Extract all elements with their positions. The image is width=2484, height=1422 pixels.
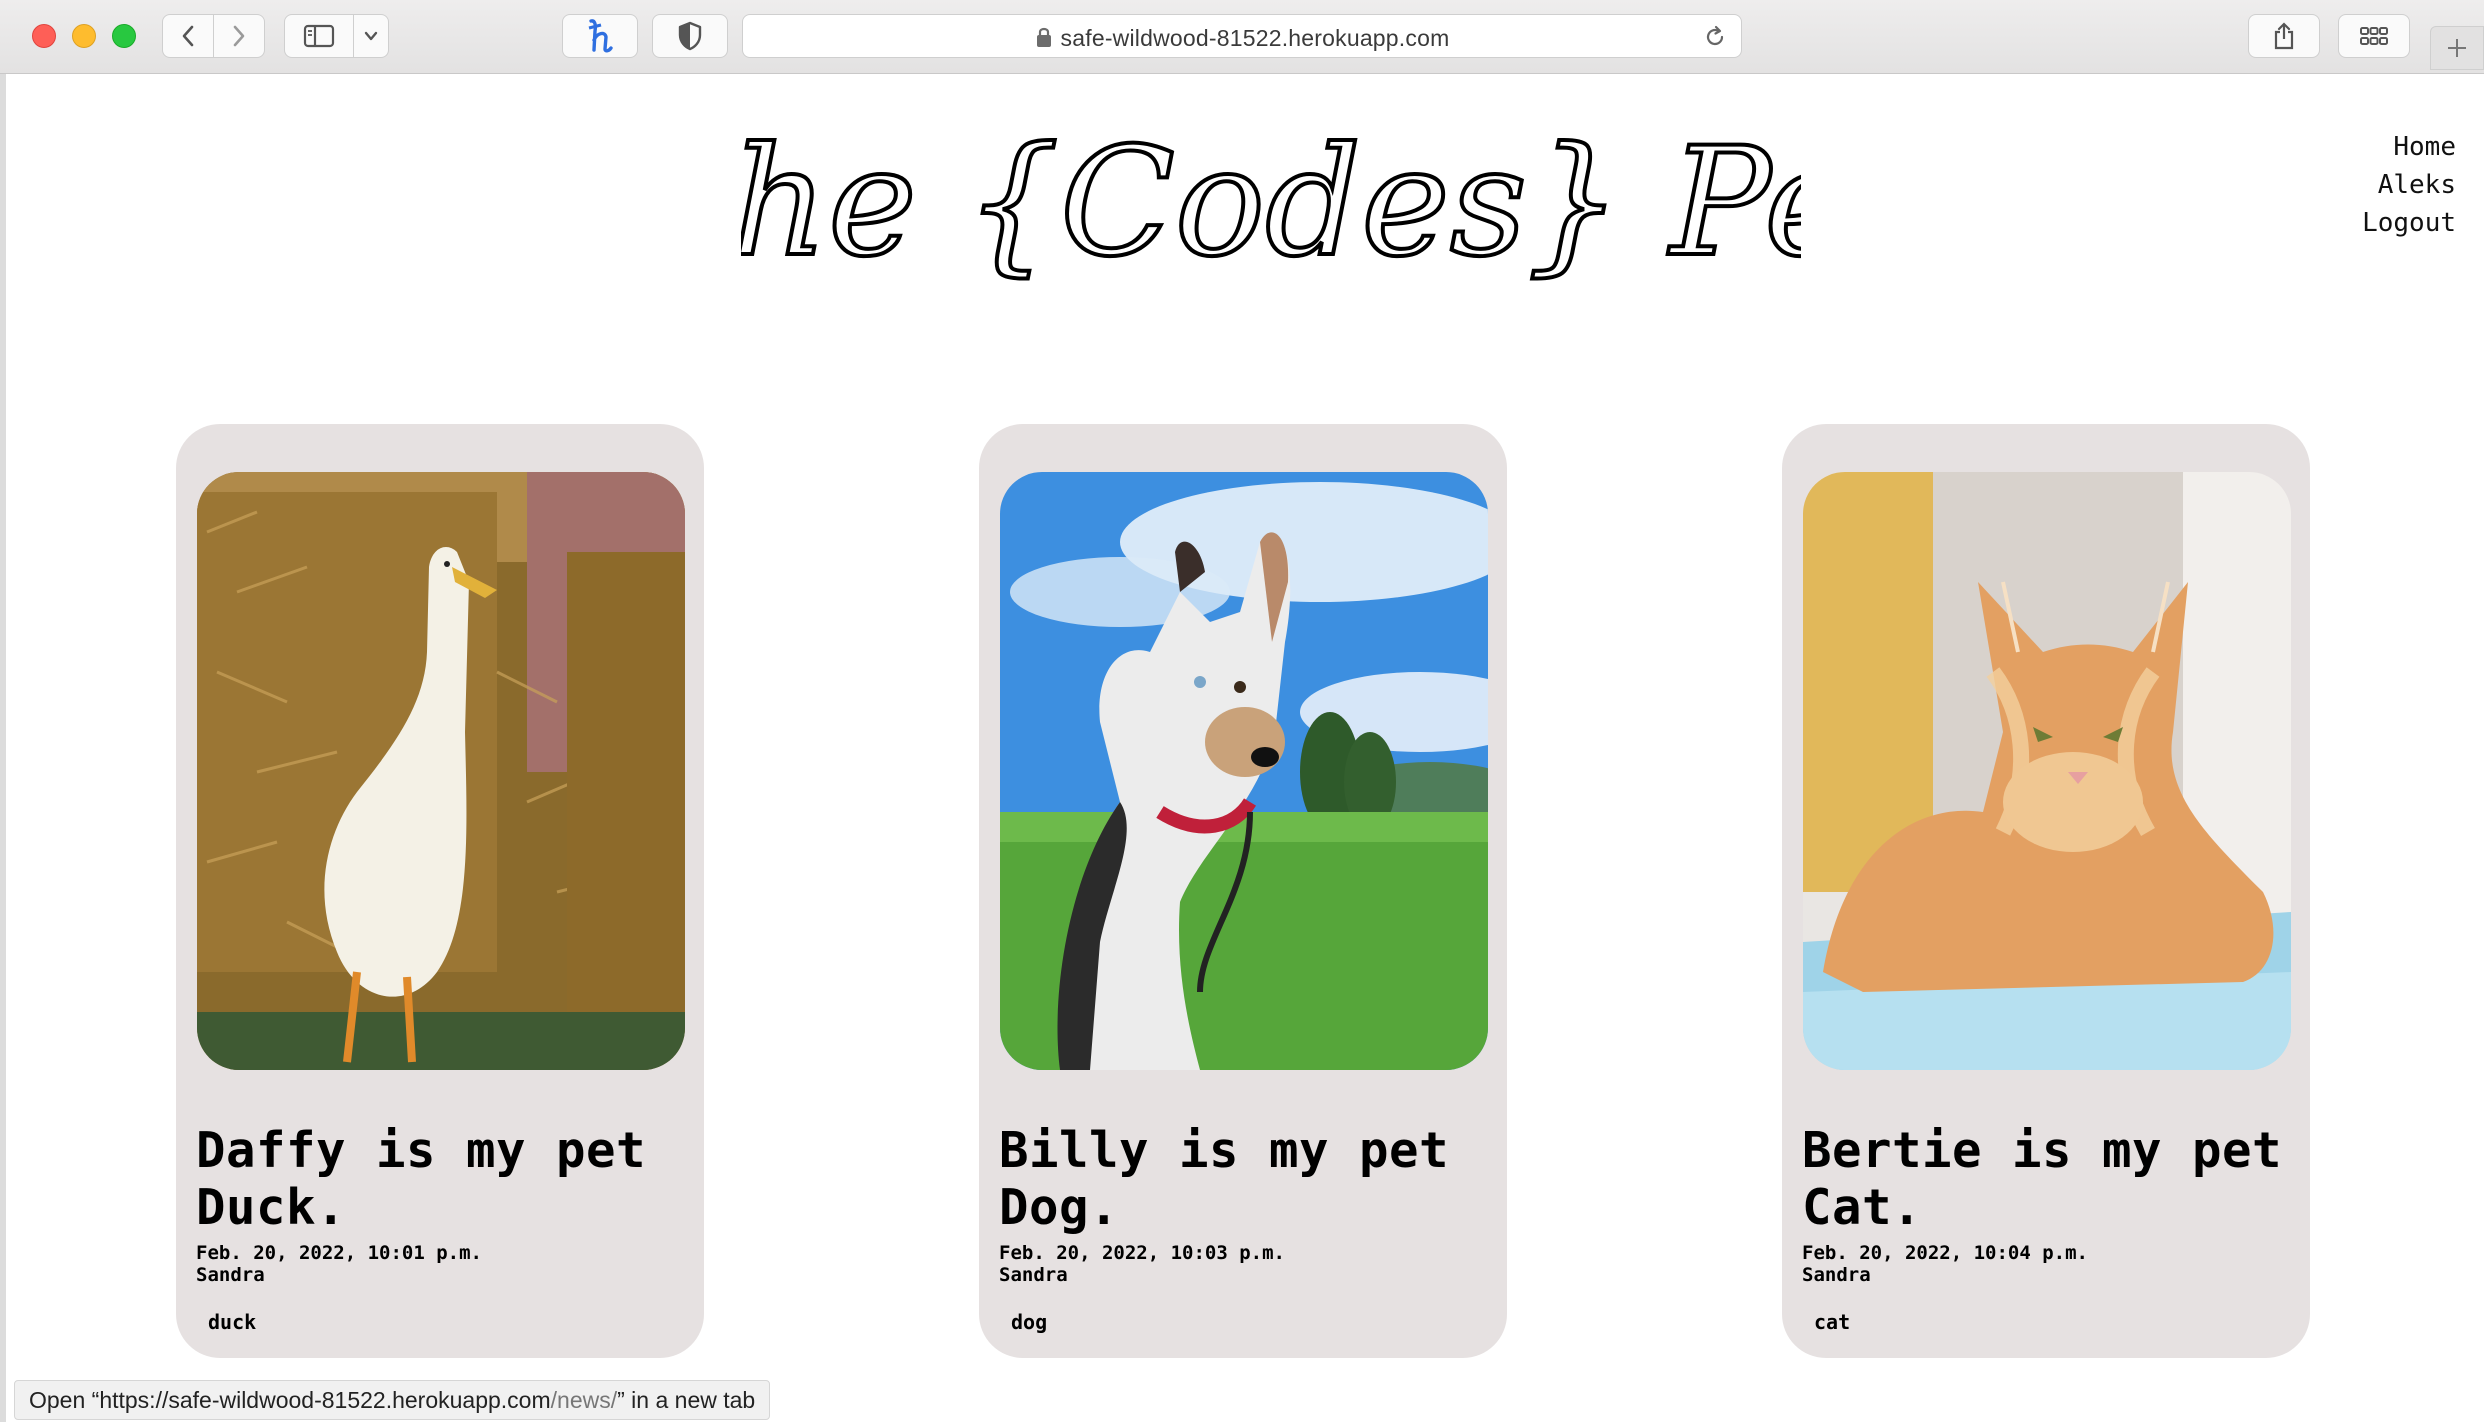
post-meta: Feb. 20, 2022, 10:04 p.m. Sandra (1802, 1242, 2088, 1286)
link-status-bar: Open “https://safe-wildwood-81522.heroku… (14, 1380, 771, 1420)
share-button[interactable] (2248, 14, 2320, 58)
new-tab-button[interactable] (2430, 26, 2484, 70)
plus-icon (2448, 39, 2466, 57)
post-date: Feb. 20, 2022, 10:01 p.m. (196, 1242, 482, 1264)
nav-home-link[interactable]: Home (2362, 128, 2456, 166)
post-tag[interactable]: dog (1011, 1310, 1047, 1334)
status-prefix: Open “https://safe-wildwood-81522.heroku… (29, 1387, 551, 1413)
url-text: safe-wildwood-81522.herokuapp.com (1060, 25, 1450, 51)
tab-overview-icon (2360, 27, 2388, 45)
post-card[interactable]: Daffy is my pet Duck. Feb. 20, 2022, 10:… (176, 424, 704, 1358)
cat-photo[interactable] (1803, 472, 2291, 1070)
reload-icon[interactable] (1703, 25, 1727, 49)
duck-image (197, 472, 685, 1070)
post-date: Feb. 20, 2022, 10:03 p.m. (999, 1242, 1285, 1264)
post-title[interactable]: Daffy is my pet Duck. (196, 1122, 696, 1236)
back-icon (182, 25, 194, 47)
status-suffix: ” in a new tab (617, 1387, 756, 1413)
nav-logout-link[interactable]: Logout (2362, 204, 2456, 242)
privacy-report-button[interactable] (652, 14, 728, 58)
honey-extension-button[interactable] (562, 14, 638, 58)
cat-image (1803, 472, 2291, 1070)
sidebar-icon (303, 24, 335, 48)
post-author: Sandra (196, 1264, 265, 1286)
chevron-down-icon (364, 31, 378, 41)
minimize-window-button[interactable] (72, 24, 96, 48)
site-logo-text: She {Codes} Pet (741, 116, 1801, 290)
browser-toolbar: safe-wildwood-81522.herokuapp.com (0, 0, 2484, 74)
post-date: Feb. 20, 2022, 10:04 p.m. (1802, 1242, 2088, 1264)
dog-image (1000, 472, 1488, 1070)
tab-overview-button[interactable] (2338, 14, 2410, 58)
lock-icon (1036, 27, 1051, 47)
post-tag[interactable]: duck (208, 1310, 256, 1334)
post-card[interactable]: Bertie is my pet Cat. Feb. 20, 2022, 10:… (1782, 424, 2310, 1358)
share-icon (2274, 22, 2294, 50)
post-meta: Feb. 20, 2022, 10:03 p.m. Sandra (999, 1242, 1285, 1286)
forward-icon (233, 25, 245, 47)
nav-user-link[interactable]: Aleks (2362, 166, 2456, 204)
web-page: She {Codes} Pet Home Aleks Logout (6, 74, 2484, 1422)
duck-photo[interactable] (197, 472, 685, 1070)
post-meta: Feb. 20, 2022, 10:01 p.m. Sandra (196, 1242, 482, 1286)
main-nav: Home Aleks Logout (2362, 128, 2456, 242)
post-card[interactable]: Billy is my pet Dog. Feb. 20, 2022, 10:0… (979, 424, 1507, 1358)
post-title[interactable]: Bertie is my pet Cat. (1802, 1122, 2302, 1236)
site-logo[interactable]: She {Codes} Pet (741, 94, 1801, 324)
post-title[interactable]: Billy is my pet Dog. (999, 1122, 1499, 1236)
honey-extension-icon (588, 19, 613, 53)
close-window-button[interactable] (32, 24, 56, 48)
post-tag[interactable]: cat (1814, 1310, 1850, 1334)
sidebar-toggle-button[interactable] (284, 14, 354, 58)
maximize-window-button[interactable] (112, 24, 136, 48)
sidebar-menu-button[interactable] (353, 14, 389, 58)
url-text-wrap: safe-wildwood-81522.herokuapp.com (743, 25, 1741, 52)
shield-icon (678, 21, 702, 51)
back-button[interactable] (162, 14, 214, 58)
post-author: Sandra (999, 1264, 1068, 1286)
dog-photo[interactable] (1000, 472, 1488, 1070)
forward-button[interactable] (213, 14, 265, 58)
post-author: Sandra (1802, 1264, 1871, 1286)
status-path: /news/ (550, 1387, 618, 1413)
address-bar[interactable]: safe-wildwood-81522.herokuapp.com (742, 14, 1742, 58)
